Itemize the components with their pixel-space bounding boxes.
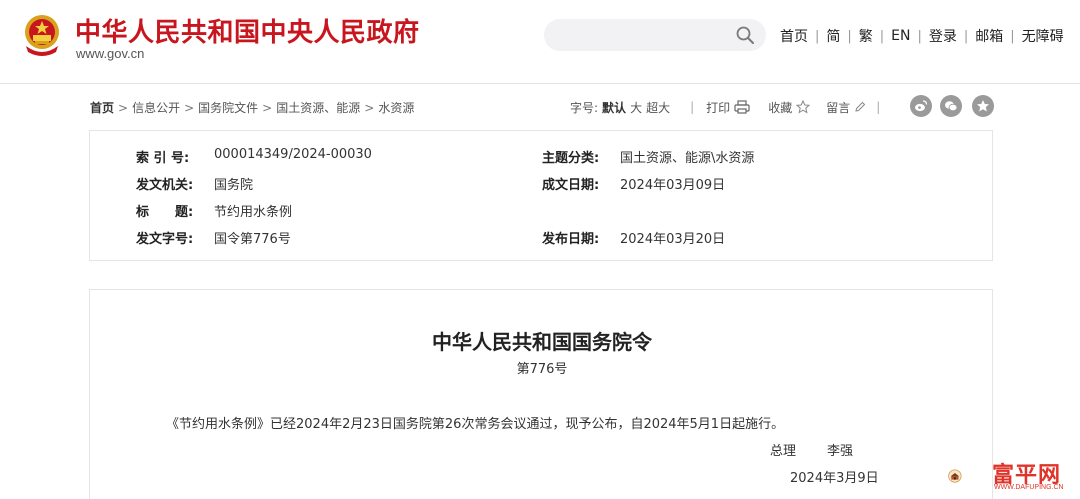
document-title: 中华人民共和国国务院令 bbox=[432, 330, 652, 354]
title-value: 节约用水条例 bbox=[214, 205, 293, 220]
article-tools: 字号: 默认 大 超大 | 打印 | 收藏 留言 | bbox=[570, 96, 880, 118]
printer-icon bbox=[734, 100, 750, 114]
wechat-icon bbox=[945, 101, 958, 112]
nav-accessibility[interactable]: 无障碍 bbox=[1022, 26, 1064, 46]
font-size-large[interactable]: 大 bbox=[630, 99, 642, 116]
published-date-label: 发布日期: bbox=[542, 232, 600, 247]
breadcrumb-item[interactable]: 国务院文件 bbox=[198, 101, 258, 115]
nav-home[interactable]: 首页 bbox=[780, 26, 808, 46]
favorite-share-button[interactable] bbox=[972, 95, 994, 117]
nav-separator: | bbox=[879, 28, 885, 44]
written-date-value: 2024年03月09日 bbox=[620, 178, 726, 193]
nav-login[interactable]: 登录 bbox=[929, 26, 957, 46]
topic-value: 国土资源、能源\水资源 bbox=[620, 151, 755, 166]
nav-separator: | bbox=[1010, 28, 1015, 44]
font-size-label: 字号: bbox=[570, 100, 599, 115]
nav-separator: | bbox=[847, 28, 852, 44]
tools-separator: | bbox=[690, 100, 695, 114]
watermark-url: WWW.DAFUPING.CN bbox=[994, 484, 1064, 491]
comment-label: 留言 bbox=[826, 100, 851, 115]
document-metadata: 索 引 号: 000014349/2024-00030 主题分类: 国土资源、能… bbox=[89, 130, 993, 261]
signatory-role: 总理 bbox=[770, 444, 797, 459]
favorite-button[interactable]: 收藏 bbox=[768, 99, 811, 116]
top-nav: 首页 | 简 | 繁 | EN | 登录 | 邮箱 | 无障碍 bbox=[780, 26, 1064, 46]
comment-button[interactable]: 留言 bbox=[826, 99, 866, 116]
star-icon bbox=[977, 100, 989, 112]
nav-mail[interactable]: 邮箱 bbox=[975, 26, 1003, 46]
site-url[interactable]: www.gov.cn bbox=[76, 46, 144, 61]
site-title[interactable]: 中华人民共和国中央人民政府 bbox=[75, 12, 420, 49]
breadcrumb-separator: > bbox=[118, 101, 129, 115]
breadcrumb-home[interactable]: 首页 bbox=[90, 101, 114, 115]
wechat-share-button[interactable] bbox=[940, 95, 962, 117]
docno-label: 发文字号: bbox=[136, 232, 194, 247]
weibo-share-button[interactable] bbox=[910, 95, 932, 117]
breadcrumb: 首页 > 信息公开 > 国务院文件 > 国土资源、能源 > 水资源 bbox=[90, 99, 414, 116]
breadcrumb-item[interactable]: 水资源 bbox=[378, 101, 414, 115]
print-button[interactable]: 打印 bbox=[706, 99, 750, 116]
font-size-default[interactable]: 默认 bbox=[602, 99, 626, 116]
issuer-value: 国务院 bbox=[214, 178, 254, 193]
watermark-logo-icon bbox=[948, 469, 962, 483]
search-icon[interactable] bbox=[736, 26, 754, 44]
search-input[interactable] bbox=[558, 25, 728, 45]
document-number: 第776号 bbox=[516, 362, 568, 377]
breadcrumb-separator: > bbox=[262, 101, 273, 115]
document-content: 中华人民共和国国务院令 第776号 《节约用水条例》已经2024年2月23日国务… bbox=[89, 289, 993, 499]
signature-date: 2024年3月9日 bbox=[790, 471, 879, 486]
pencil-icon bbox=[855, 101, 866, 112]
signatory-name: 李强 bbox=[827, 444, 854, 459]
topic-label: 主题分类: bbox=[542, 151, 600, 166]
docno-value: 国令第776号 bbox=[214, 232, 291, 247]
breadcrumb-item[interactable]: 国土资源、能源 bbox=[276, 101, 360, 115]
print-label: 打印 bbox=[706, 100, 731, 115]
star-outline-icon bbox=[796, 100, 811, 114]
nav-english[interactable]: EN bbox=[891, 28, 910, 44]
national-emblem-icon[interactable] bbox=[20, 12, 64, 58]
index-label: 索 引 号: bbox=[136, 151, 190, 166]
title-label: 标 题: bbox=[136, 205, 194, 220]
search-box[interactable] bbox=[544, 19, 766, 51]
font-size-xlarge[interactable]: 超大 bbox=[646, 99, 670, 116]
index-value: 000014349/2024-00030 bbox=[214, 147, 372, 162]
nav-separator: | bbox=[917, 28, 922, 44]
favorite-label: 收藏 bbox=[768, 100, 793, 115]
published-date-value: 2024年03月20日 bbox=[620, 232, 726, 247]
nav-separator: | bbox=[963, 28, 969, 44]
written-date-label: 成文日期: bbox=[542, 178, 600, 193]
issuer-label: 发文机关: bbox=[136, 178, 194, 193]
breadcrumb-separator: > bbox=[184, 101, 195, 115]
nav-separator: | bbox=[815, 28, 820, 44]
weibo-icon bbox=[915, 100, 928, 112]
nav-simplified[interactable]: 简 bbox=[826, 26, 840, 46]
document-body: 《节约用水条例》已经2024年2月23日国务院第26次常务会议通过，现予公布，自… bbox=[166, 417, 785, 432]
breadcrumb-item[interactable]: 信息公开 bbox=[132, 101, 180, 115]
breadcrumb-separator: > bbox=[364, 101, 375, 115]
nav-traditional[interactable]: 繁 bbox=[859, 26, 873, 46]
site-header: 中华人民共和国中央人民政府 www.gov.cn 首页 | 简 | 繁 | EN… bbox=[0, 0, 1080, 84]
tools-separator: | bbox=[876, 100, 881, 114]
